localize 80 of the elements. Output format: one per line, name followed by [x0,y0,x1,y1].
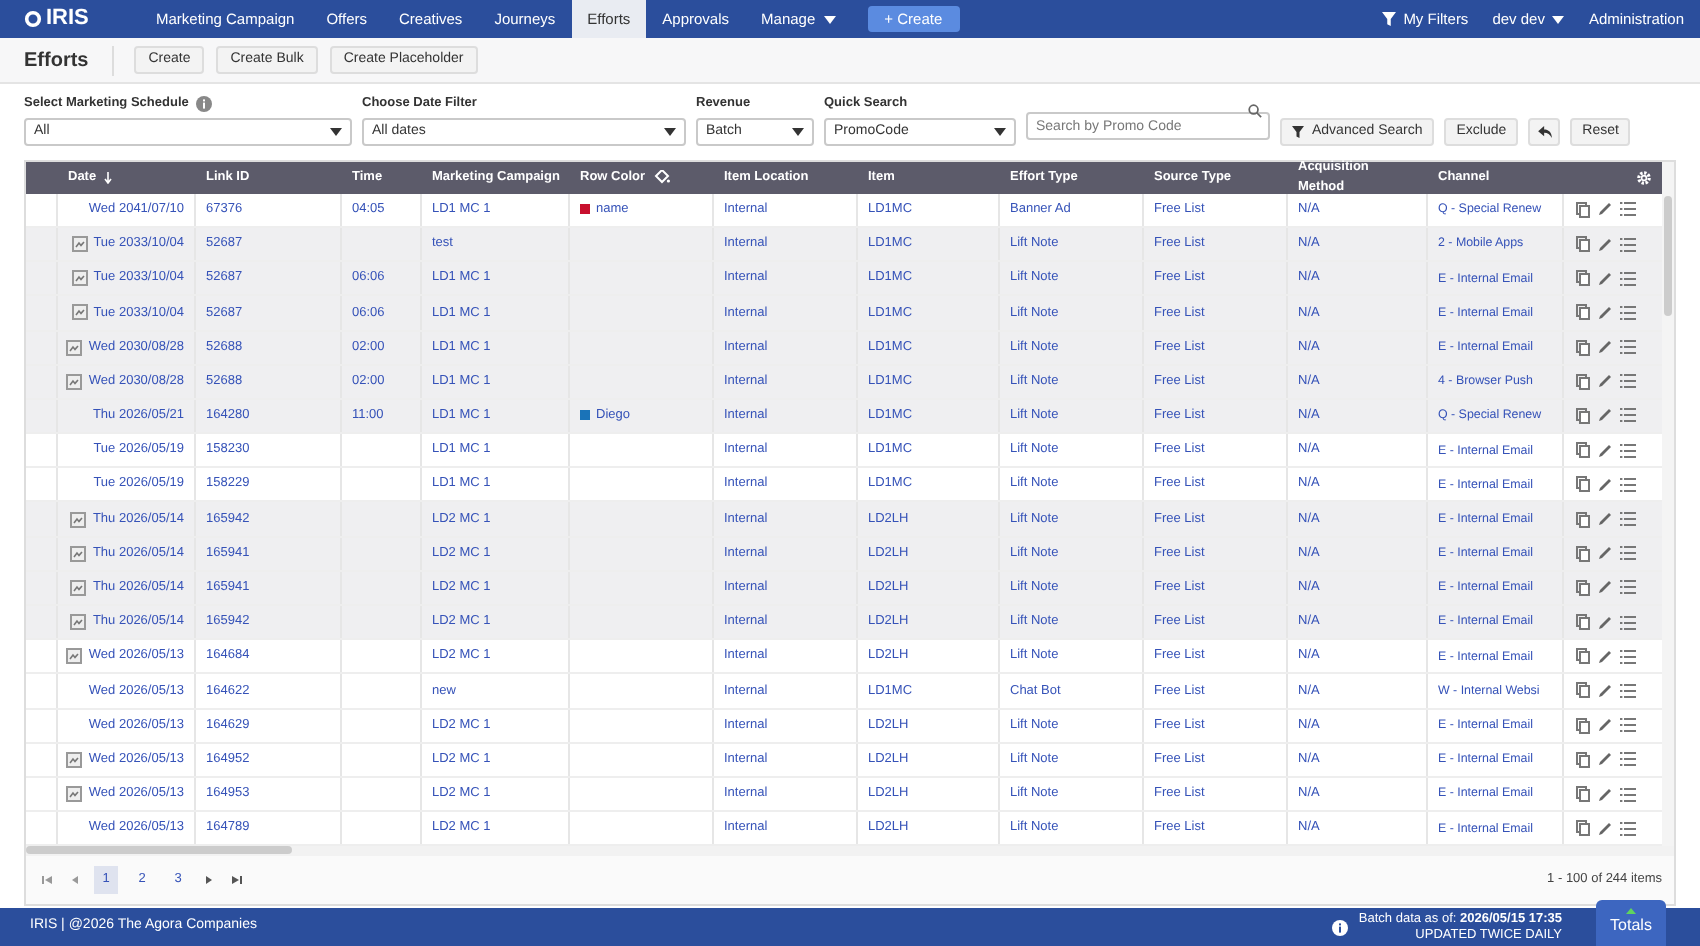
next-page-button[interactable] [202,876,216,885]
list-icon[interactable] [1620,683,1636,698]
copy-icon[interactable] [1576,201,1590,218]
pencil-icon[interactable] [1598,752,1612,767]
pencil-icon[interactable] [1598,305,1612,320]
previous-page-button[interactable] [68,876,82,885]
sort-down-icon [104,171,113,184]
pencil-icon[interactable] [1598,512,1612,527]
pencil-icon[interactable] [1598,649,1612,664]
list-icon[interactable] [1620,649,1636,664]
pencil-icon[interactable] [1598,718,1612,733]
document-icon [66,373,83,390]
document-icon [66,751,83,768]
document-icon [71,236,88,253]
pencil-icon[interactable] [1598,821,1612,836]
caret-icon [792,127,804,136]
list-icon[interactable] [1620,271,1636,286]
list-icon[interactable] [1620,237,1636,252]
pencil-icon[interactable] [1598,546,1612,561]
caret-icon [994,127,1006,136]
list-icon[interactable] [1620,752,1636,767]
logo-icon [24,10,42,28]
list-icon[interactable] [1620,821,1636,836]
info-icon [196,95,213,112]
settings-icon[interactable] [1636,169,1652,186]
pencil-icon[interactable] [1598,340,1612,355]
reply-arrow-icon [1537,125,1552,138]
caret-icon [823,15,836,23]
list-icon[interactable] [1620,615,1636,630]
totals-button[interactable]: Totals [1596,900,1666,946]
list-icon[interactable] [1620,580,1636,595]
pencil-icon[interactable] [1598,271,1612,286]
list-icon[interactable] [1620,443,1636,458]
pencil-icon[interactable] [1598,237,1612,252]
page-title: Efforts [24,45,115,75]
list-icon[interactable] [1620,787,1636,802]
document-icon [70,545,87,562]
next-icon [206,876,212,885]
pencil-icon[interactable] [1598,477,1612,492]
pencil-icon[interactable] [1598,580,1612,595]
last-page-icon [232,876,242,885]
document-icon [70,614,87,631]
pencil-icon[interactable] [1598,202,1612,217]
caret-icon [330,127,342,136]
vertical-scrollbar[interactable] [1662,161,1674,847]
list-icon[interactable] [1620,718,1636,733]
document-icon [66,648,83,665]
document-icon [66,339,83,356]
search-icon [1248,104,1262,119]
list-icon[interactable] [1620,202,1636,217]
info-icon [1332,919,1349,935]
filter-icon [1381,12,1396,26]
first-page-icon [42,876,52,885]
pencil-icon[interactable] [1598,683,1612,698]
logo-text: IRIS [46,4,89,35]
horizontal-scrollbar[interactable] [26,846,1674,857]
caret-icon [1552,15,1565,23]
document-icon [66,786,83,803]
last-page-button[interactable] [228,876,246,885]
previous-icon [72,876,78,885]
list-icon[interactable] [1620,546,1636,561]
caret-icon [664,127,676,136]
document-icon [71,304,88,321]
list-icon[interactable] [1620,408,1636,423]
pencil-icon[interactable] [1598,615,1612,630]
pencil-icon[interactable] [1598,408,1612,423]
document-icon [70,511,87,528]
pencil-icon[interactable] [1598,787,1612,802]
back-button[interactable] [1528,117,1561,146]
list-icon[interactable] [1620,512,1636,527]
document-icon [71,270,88,287]
document-icon [70,579,87,596]
pencil-icon[interactable] [1598,374,1612,389]
list-icon[interactable] [1620,374,1636,389]
pencil-icon[interactable] [1598,443,1612,458]
first-page-button[interactable] [38,876,56,885]
filter-icon [1292,125,1304,138]
list-icon[interactable] [1620,340,1636,355]
list-icon[interactable] [1620,305,1636,320]
list-icon[interactable] [1620,477,1636,492]
